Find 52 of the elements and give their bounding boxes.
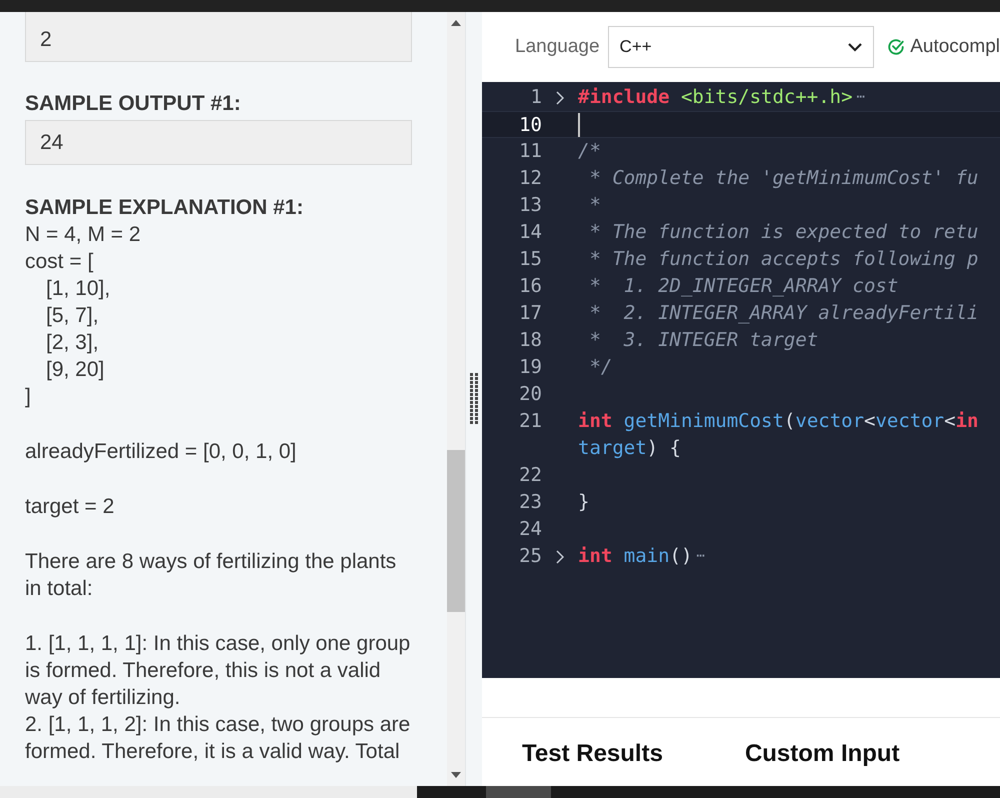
- folded-ellipsis[interactable]: ⋯: [856, 84, 865, 111]
- explanation-text: N = 4, M = 2: [25, 222, 142, 248]
- line-number: 1: [530, 85, 542, 110]
- line-number: 15: [518, 247, 542, 272]
- line-number: 18: [518, 328, 542, 353]
- language-label: Language: [515, 34, 600, 59]
- code-editor[interactable]: 1 #include <bits/stdc++.h> ⋯ 10 11 /* 12 * Complete the 'getMinimumCost' fu 13 * 14 * The function is expected to retu 15 * The function accepts following p 16 * 1. 2D_INTEGER_ARRAY cost 17 * 2. INTEGER_ARRAY alreadyFertili 18 * 3. INTEGER target 19 */ 20 21 int getMinimumCost(vector<vector<in target) { 22 23 } 24 25 int main() ⋯: [482, 82, 1000, 678]
- explanation-text: [9, 20]: [45, 357, 106, 383]
- line-number: 11: [518, 139, 542, 164]
- section-heading: SAMPLE OUTPUT #1:: [25, 91, 242, 117]
- line-number: 22: [518, 463, 542, 488]
- sample-output-value: 24: [40, 130, 64, 156]
- line-number: 14: [518, 220, 542, 245]
- line-number: 24: [518, 517, 542, 542]
- explanation-text: [5, 7],: [45, 303, 100, 329]
- chevron-down-icon: [848, 42, 862, 52]
- explanation-text: There are 8 ways of fertilizing the plants in total:: [25, 549, 398, 602]
- explanation-text: alreadyFertilized = [0, 0, 1, 0]: [25, 439, 298, 465]
- scroll-down-icon[interactable]: [451, 772, 461, 778]
- explanation-text: 1. [1, 1, 1, 1]: In this case, only one group is formed. Therefore, this is not a valid way of fertilizing.: [25, 631, 412, 711]
- horizontal-scroll-thumb[interactable]: [486, 786, 551, 798]
- language-select[interactable]: C++: [608, 26, 874, 68]
- explanation-text: ]: [25, 384, 32, 410]
- explanation-text: [2, 3],: [45, 330, 100, 356]
- line-number: 13: [518, 193, 542, 218]
- fold-chevron-icon[interactable]: [556, 90, 564, 104]
- line-number: 12: [518, 166, 542, 191]
- line-number: 25: [518, 544, 542, 569]
- line-number: 19: [518, 355, 542, 380]
- panel-tab[interactable]: Custom Input: [744, 736, 900, 772]
- drag-handle-icon[interactable]: [470, 373, 478, 425]
- check-circle-icon: [887, 38, 906, 56]
- line-number: 16: [518, 274, 542, 299]
- line-number: 23: [518, 490, 542, 515]
- explanation-text: cost = [: [25, 249, 94, 275]
- text-cursor: [578, 112, 580, 136]
- scroll-up-icon[interactable]: [451, 20, 461, 26]
- fold-chevron-icon[interactable]: [556, 550, 564, 564]
- sample-input-value: 2: [40, 27, 53, 53]
- autocomplete-toggle[interactable]: Autocompl: [887, 32, 1000, 62]
- explanation-text: [1, 10],: [45, 276, 112, 302]
- line-number: 20: [518, 382, 542, 407]
- line-number: 17: [518, 301, 542, 326]
- explanation-text: 2. [1, 1, 1, 2]: In this case, two groups are formed. Therefore, it is a valid way. Total: [25, 712, 412, 765]
- scroll-thumb[interactable]: [447, 450, 465, 612]
- section-heading: SAMPLE EXPLANATION #1:: [25, 195, 304, 221]
- panel-tab[interactable]: Test Results: [522, 736, 663, 772]
- explanation-text: target = 2: [25, 494, 116, 520]
- line-number: 21: [518, 409, 542, 434]
- line-number: 10: [518, 113, 542, 137]
- scrollbar[interactable]: [447, 12, 465, 786]
- folded-ellipsis[interactable]: ⋯: [696, 543, 705, 570]
